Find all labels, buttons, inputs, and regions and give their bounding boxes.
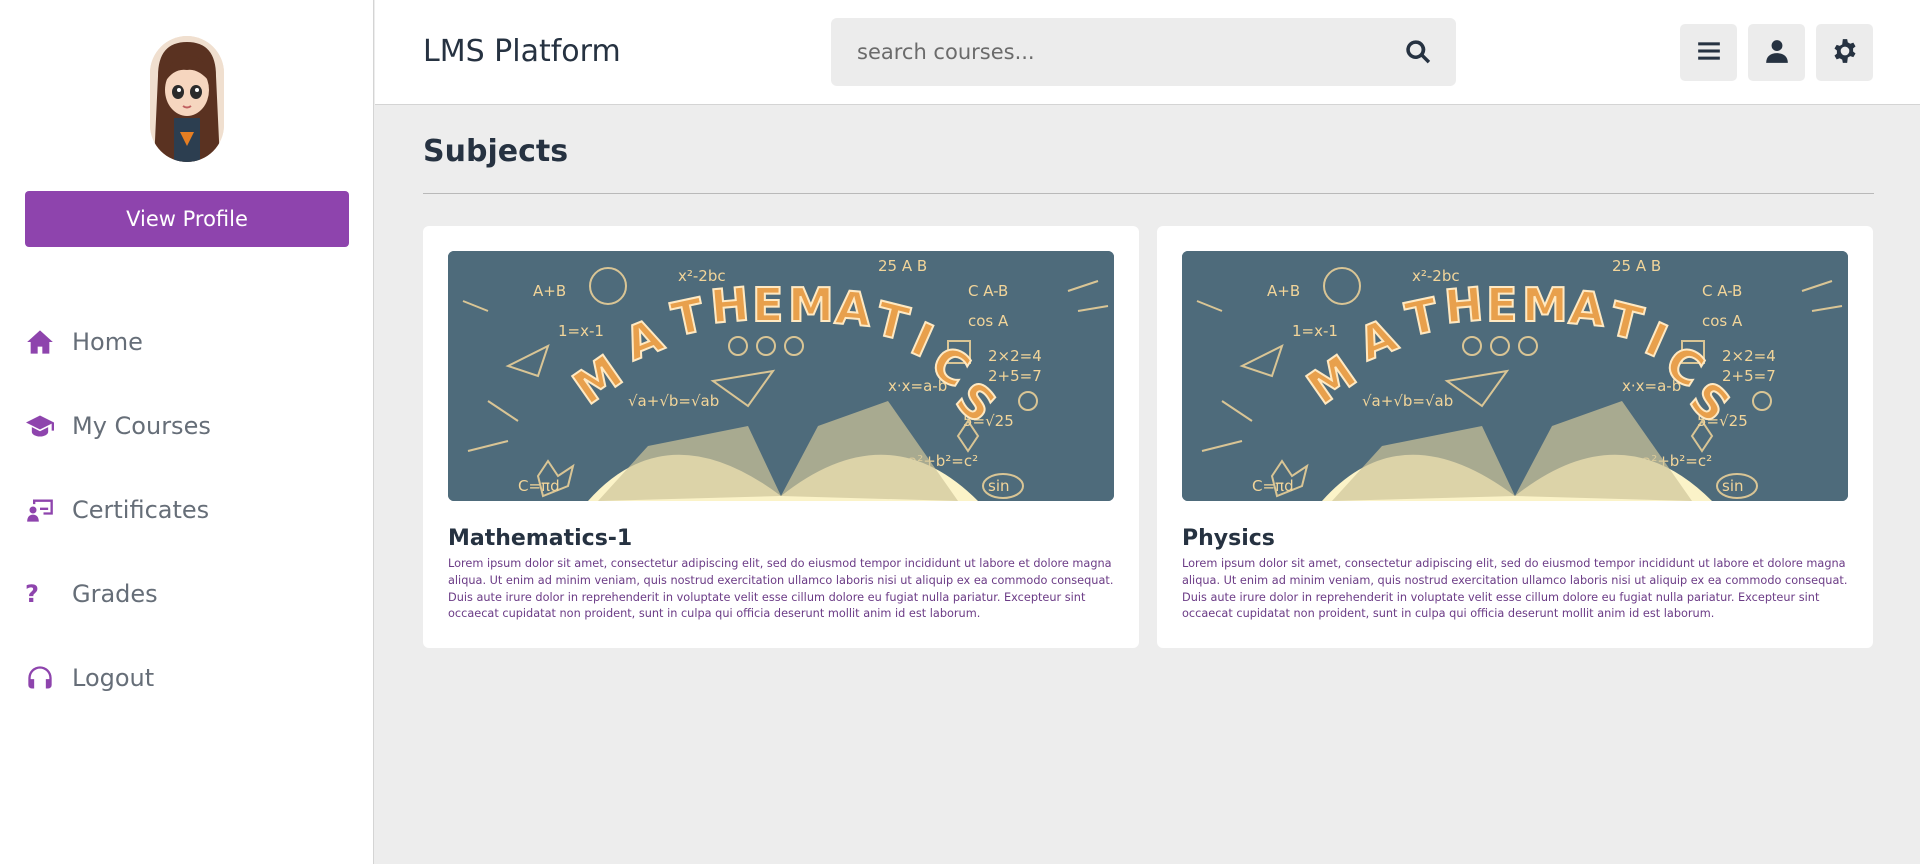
- main-content: Subjects A+B 1=x-1 x²-2bc 25 A B C A-B c…: [375, 106, 1920, 864]
- svg-text:1=x-1: 1=x-1: [1292, 322, 1338, 340]
- sidebar-item-logout[interactable]: Logout: [25, 636, 355, 720]
- course-title[interactable]: Mathematics-1: [448, 526, 632, 551]
- sidebar: View Profile Home My Courses Certificate…: [0, 0, 374, 864]
- sidebar-item-my-courses[interactable]: My Courses: [25, 384, 355, 468]
- brand-title[interactable]: LMS Platform: [423, 34, 621, 69]
- graduation-cap-icon: [25, 411, 55, 441]
- view-profile-button[interactable]: View Profile: [25, 191, 349, 247]
- svg-text:2×2=4: 2×2=4: [988, 347, 1042, 365]
- sidebar-item-label: Home: [72, 328, 143, 356]
- course-image[interactable]: A+B 1=x-1 x²-2bc 25 A B C A-B cos A 2×2=…: [1182, 251, 1848, 501]
- menu-button[interactable]: [1680, 24, 1737, 81]
- search-icon[interactable]: [1404, 38, 1432, 66]
- sidebar-item-label: My Courses: [72, 412, 211, 440]
- menu-icon: [1696, 38, 1722, 68]
- svg-text:M: M: [788, 278, 834, 332]
- svg-text:H: H: [1442, 277, 1485, 334]
- svg-text:2+5=7: 2+5=7: [988, 367, 1042, 385]
- svg-text:25 A B: 25 A B: [878, 257, 927, 275]
- home-icon: [25, 327, 55, 357]
- sidebar-item-label: Logout: [72, 664, 155, 692]
- course-description: Lorem ipsum dolor sit amet, consectetur …: [1182, 557, 1848, 621]
- sidebar-item-home[interactable]: Home: [25, 300, 355, 384]
- settings-button[interactable]: [1816, 24, 1873, 81]
- svg-text:cos A: cos A: [1702, 312, 1743, 330]
- svg-text:cos A: cos A: [968, 312, 1009, 330]
- svg-text:sin: sin: [1722, 477, 1744, 495]
- svg-text:A+B: A+B: [533, 282, 566, 300]
- svg-text:A: A: [833, 280, 874, 337]
- course-card[interactable]: A+B 1=x-1 x²-2bc 25 A B C A-B cos A 2×2=…: [1157, 226, 1873, 648]
- course-description: Lorem ipsum dolor sit amet, consectetur …: [448, 557, 1114, 621]
- course-card[interactable]: A+B 1=x-1 x²-2bc 25 A B C A-B cos A 2×2=…: [423, 226, 1139, 648]
- svg-text:E: E: [752, 278, 783, 332]
- settings-icon: [1832, 38, 1858, 68]
- search-input[interactable]: [831, 18, 1371, 86]
- search-bar: [831, 18, 1456, 86]
- svg-text:2×2=4: 2×2=4: [1722, 347, 1776, 365]
- svg-text:A+B: A+B: [1267, 282, 1300, 300]
- sidebar-item-label: Certificates: [72, 496, 210, 524]
- svg-text:H: H: [708, 277, 751, 334]
- svg-text:√a+√b=√ab: √a+√b=√ab: [1362, 392, 1453, 410]
- avatar[interactable]: [150, 36, 224, 162]
- divider: [423, 193, 1874, 194]
- svg-text:C=πd: C=πd: [518, 477, 560, 495]
- svg-text:E: E: [1486, 278, 1517, 332]
- svg-text:2+5=7: 2+5=7: [1722, 367, 1776, 385]
- svg-text:sin: sin: [988, 477, 1010, 495]
- svg-text:C=πd: C=πd: [1252, 477, 1294, 495]
- svg-text:25 A B: 25 A B: [1612, 257, 1661, 275]
- user-icon: [1764, 38, 1790, 68]
- certificate-icon: [25, 495, 55, 525]
- svg-text:A: A: [1567, 280, 1608, 337]
- course-title[interactable]: Physics: [1182, 526, 1275, 551]
- headset-icon: [25, 663, 55, 693]
- page-title: Subjects: [423, 134, 569, 169]
- user-button[interactable]: [1748, 24, 1805, 81]
- svg-text:√a+√b=√ab: √a+√b=√ab: [628, 392, 719, 410]
- course-image[interactable]: A+B 1=x-1 x²-2bc 25 A B C A-B cos A 2×2=…: [448, 251, 1114, 501]
- top-bar: LMS Platform: [375, 0, 1920, 105]
- sidebar-item-certificates[interactable]: Certificates: [25, 468, 355, 552]
- svg-text:C A-B: C A-B: [1702, 282, 1742, 300]
- svg-text:C A-B: C A-B: [968, 282, 1008, 300]
- sidebar-item-grades[interactable]: ? Grades: [25, 552, 355, 636]
- sidebar-nav: Home My Courses Certificates ? Grades Lo…: [25, 300, 355, 720]
- question-icon: ?: [25, 580, 39, 608]
- sidebar-item-label: Grades: [72, 580, 158, 608]
- svg-text:1=x-1: 1=x-1: [558, 322, 604, 340]
- svg-text:M: M: [1522, 278, 1568, 332]
